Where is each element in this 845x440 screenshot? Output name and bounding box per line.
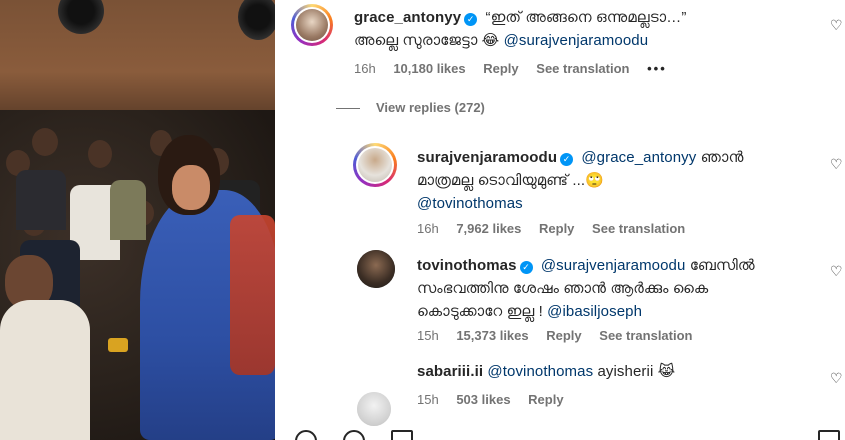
mention-tovinothomas[interactable]: @tovinothomas xyxy=(417,195,523,212)
comment-time[interactable]: 16h xyxy=(417,221,439,236)
verified-badge-icon: ✓ xyxy=(519,261,533,274)
username-surajvenjaramoodu[interactable]: surajvenjaramoodu xyxy=(417,149,557,166)
like-icon[interactable] xyxy=(295,430,317,440)
username-grace-antonyy[interactable]: grace_antonyy xyxy=(354,9,461,26)
reply-button[interactable]: Reply xyxy=(483,61,518,76)
reply-button[interactable]: Reply xyxy=(546,328,581,343)
replies-divider-line xyxy=(336,108,360,110)
comment-text-line1: ഞാൻ xyxy=(700,149,744,166)
likes-count[interactable]: 503 likes xyxy=(456,392,510,407)
gift-item xyxy=(108,338,128,352)
more-options-icon[interactable]: ••• xyxy=(647,61,667,76)
post-action-bar xyxy=(295,430,845,440)
heart-icon[interactable]: ♡ xyxy=(830,264,844,278)
avatar-grace-antonyy[interactable] xyxy=(291,4,333,46)
photo-background-wall xyxy=(0,0,275,120)
comment-meta: 15h 503 likes Reply xyxy=(417,392,578,407)
mention-surajvenjaramoodu[interactable]: @surajvenjaramoodu xyxy=(541,257,686,274)
man-figure xyxy=(0,300,90,440)
comment-time[interactable]: 15h xyxy=(417,392,439,407)
heart-icon[interactable]: ♡ xyxy=(830,157,844,171)
comment-time[interactable]: 15h xyxy=(417,328,439,343)
avatar-surajvenjaramoodu[interactable] xyxy=(353,143,397,187)
comment-text-line3: കൊടുക്കാറേ ഇല്ല ! xyxy=(417,303,543,320)
see-translation-button[interactable]: See translation xyxy=(599,328,692,343)
see-translation-button[interactable]: See translation xyxy=(592,221,685,236)
mention-grace-antonyy[interactable]: @grace_antonyy xyxy=(581,149,696,166)
reply-button[interactable]: Reply xyxy=(539,221,574,236)
avatar-tovinothomas[interactable] xyxy=(357,250,395,288)
bookmark-icon[interactable] xyxy=(818,430,840,440)
likes-count[interactable]: 15,373 likes xyxy=(456,328,528,343)
comment-icon[interactable] xyxy=(343,430,365,440)
comment-text-line2: മാത്രമല്ല ടൊവിയുമുണ്ട് ...🙄 xyxy=(417,172,604,189)
comment-text-line2: അല്ലെ സുരാജേട്ടാ 😂 xyxy=(354,32,500,49)
comment-meta: 16h 10,180 likes Reply See translation •… xyxy=(354,61,681,76)
comment-meta: 16h 7,962 likes Reply See translation xyxy=(417,221,699,236)
avatar-sabariii-ii[interactable] xyxy=(357,392,391,426)
likes-count[interactable]: 7,962 likes xyxy=(456,221,521,236)
speaker-right xyxy=(238,0,275,40)
view-replies-button[interactable]: View replies (272) xyxy=(336,100,485,115)
view-replies-label[interactable]: View replies (272) xyxy=(376,100,485,115)
reply-button[interactable]: Reply xyxy=(528,392,563,407)
comment-text: ayisherii 😹 xyxy=(597,363,676,380)
username-sabariii-ii[interactable]: sabariii.ii xyxy=(417,363,483,380)
mention-tovinothomas[interactable]: @tovinothomas xyxy=(487,363,593,380)
comment-text-line1: “ഇത് അങ്ങനെ ഒന്നുമല്ലടാ…” xyxy=(485,9,687,26)
heart-icon[interactable]: ♡ xyxy=(830,18,844,32)
share-icon[interactable] xyxy=(391,430,413,440)
username-tovinothomas[interactable]: tovinothomas xyxy=(417,257,517,274)
see-translation-button[interactable]: See translation xyxy=(536,61,629,76)
comment-text-line2: സംഭവത്തിനു ശേഷം ഞാൻ ആർക്കും കൈ xyxy=(417,280,709,297)
likes-count[interactable]: 10,180 likes xyxy=(393,61,465,76)
verified-badge-icon: ✓ xyxy=(560,153,574,166)
comments-panel: grace_antonyy ✓ “ഇത് അങ്ങനെ ഒന്നുമല്ലടാ…”… xyxy=(275,0,845,440)
comment-time[interactable]: 16h xyxy=(354,61,376,76)
mention-surajvenjaramoodu[interactable]: @surajvenjaramoodu xyxy=(504,32,649,49)
mention-ibasiljoseph[interactable]: @ibasiljoseph xyxy=(547,303,642,320)
comment-text-line1: ബേസിൽ xyxy=(689,257,755,274)
comment-meta: 15h 15,373 likes Reply See translation xyxy=(417,328,706,343)
verified-badge-icon: ✓ xyxy=(464,13,478,26)
heart-icon[interactable]: ♡ xyxy=(830,371,844,385)
post-photo xyxy=(0,0,275,440)
red-dupatta xyxy=(230,215,275,375)
